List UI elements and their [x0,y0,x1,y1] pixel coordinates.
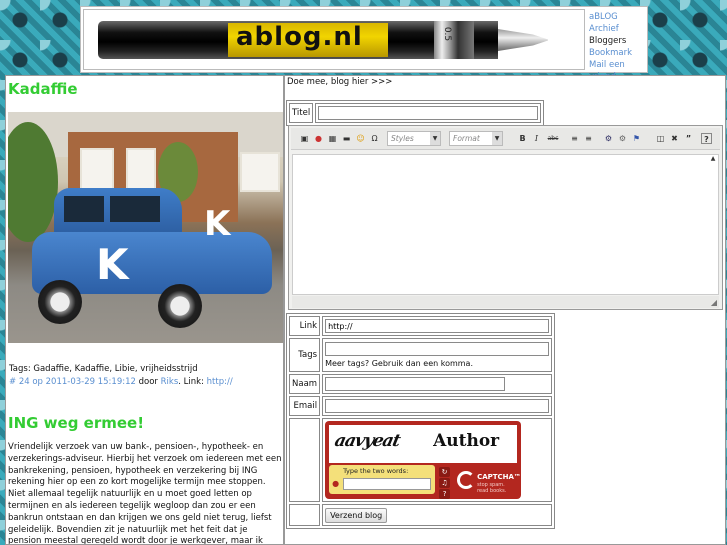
remove-format-icon[interactable]: ✖ [669,133,680,144]
table-icon[interactable]: ▦ [327,133,338,144]
post-link[interactable]: http:// [207,377,233,387]
logo-text: ablog.nl [236,22,363,52]
submit-button[interactable]: Verzend blog [325,507,388,523]
bullet-list-icon[interactable]: ≡ [583,133,594,144]
email-label: Email [289,396,321,416]
help-button[interactable]: ? [701,133,712,144]
post-date[interactable]: op 2011-03-29 15:19:12 [32,377,136,387]
unlink-chain-icon[interactable]: ⚙ [617,133,628,144]
help-icon[interactable]: ? [439,489,451,499]
captcha-input[interactable] [343,478,432,490]
image-icon[interactable]: ▣ [299,133,310,144]
title-table: Titel [286,100,545,126]
lightbulb-icon: ● [332,479,340,488]
smiley-icon[interactable]: ☺ [355,133,366,144]
post-photo: K K [8,112,283,343]
chevron-down-icon: ▼ [492,132,502,145]
link-input[interactable] [325,319,550,333]
title-label: Titel [289,103,314,123]
form-intro: Doe mee, blog hier >>> [287,77,393,87]
captcha-prompt: Type the two words: [343,467,409,475]
rich-text-editor: ▣ ● ▦ ▬ ☺ Ω Styles ▼ Format ▼ B I abc ≡ … [288,125,723,310]
tags-label: Tags [289,338,321,372]
format-select[interactable]: Format ▼ [449,131,503,146]
author-link[interactable]: Riks [161,377,179,387]
car-wheel [158,284,202,328]
bold-button[interactable]: B [517,133,528,144]
refresh-icon[interactable]: ↻ [439,467,451,477]
link-label: Link [289,316,321,336]
title-input[interactable] [318,106,539,120]
post-title[interactable]: Kadaffie [8,80,283,98]
logo: ablog.nl [228,22,388,57]
post-body: Vriendelijk verzoek van uw bank-, pensio… [8,442,282,545]
details-table: Link Tags Meer tags? Gebruik dan een kom… [286,313,556,529]
nav-bookmark[interactable]: Bookmark [589,47,649,59]
paste-icon[interactable]: ◫ [655,133,666,144]
resize-handle-icon[interactable]: ◢ [711,298,717,307]
ordered-list-icon[interactable]: ≡ [569,133,580,144]
blockquote-button[interactable]: ” [683,133,694,144]
site-header: ablog.nl 0.5 aBLOG Archief Bloggers Book… [80,6,648,82]
permalink[interactable]: # 24 [9,377,30,387]
unlink-icon[interactable]: ● [313,133,324,144]
editor-content-area[interactable]: ▲ [292,154,719,295]
banner-image[interactable]: ablog.nl 0.5 [83,9,585,70]
post-title[interactable]: ING weg ermee! [8,414,283,432]
editor-statusbar: ◢ [292,296,719,308]
pen-illustration: ablog.nl 0.5 [98,21,498,59]
italic-button[interactable]: I [531,133,542,144]
nav-ablog[interactable]: aBLOG [589,11,649,23]
nav-archief[interactable]: Archief [589,23,649,35]
post: ING weg ermee! Vriendelijk verzoek van u… [6,410,283,545]
audio-icon[interactable]: ♫ [439,478,451,488]
captcha-image: aavyeat Author [329,425,518,463]
name-input[interactable] [325,377,506,391]
chevron-down-icon: ▼ [430,132,440,145]
captcha-logo: CAPTCHA™ stop spam. read books. [455,467,521,495]
post-meta: # 24 op 2011-03-29 15:19:12 door Riks. L… [9,377,233,387]
car-wheel [38,280,82,324]
special-char-icon[interactable]: Ω [369,133,380,144]
blog-form-column: Doe mee, blog hier >>> Titel ▣ ● ▦ ▬ ☺ Ω… [284,75,726,545]
scroll-up-icon[interactable]: ▲ [709,155,717,167]
link-icon[interactable]: ⚙ [603,133,614,144]
posts-column: Kadaffie K K Tags: Gadaffie, Kadaffie, L… [5,75,284,545]
anchor-flag-icon[interactable]: ⚑ [631,133,642,144]
captcha-widget: aavyeat Author ● Type the two words: ↻ ♫… [325,421,522,499]
pen-tip-icon [498,29,548,51]
name-label: Naam [289,374,321,394]
nav-bloggers: Bloggers [589,36,627,46]
strike-button[interactable]: abc [545,133,561,144]
hr-icon[interactable]: ▬ [341,133,352,144]
styles-select[interactable]: Styles ▼ [387,131,441,146]
tags-input[interactable] [325,342,550,356]
tags-list: Gadaffie, Kadaffie, Libie, vrijheidsstri… [33,364,198,374]
top-nav: aBLOG Archief Bloggers Bookmark Mail een… [589,11,649,83]
tags-hint: Meer tags? Gebruik dan een komma. [325,359,473,368]
email-input[interactable] [325,399,550,413]
editor-toolbar: ▣ ● ▦ ▬ ☺ Ω Styles ▼ Format ▼ B I abc ≡ … [291,128,720,150]
post-tags: Tags: Gadaffie, Kadaffie, Libie, vrijhei… [9,364,198,374]
